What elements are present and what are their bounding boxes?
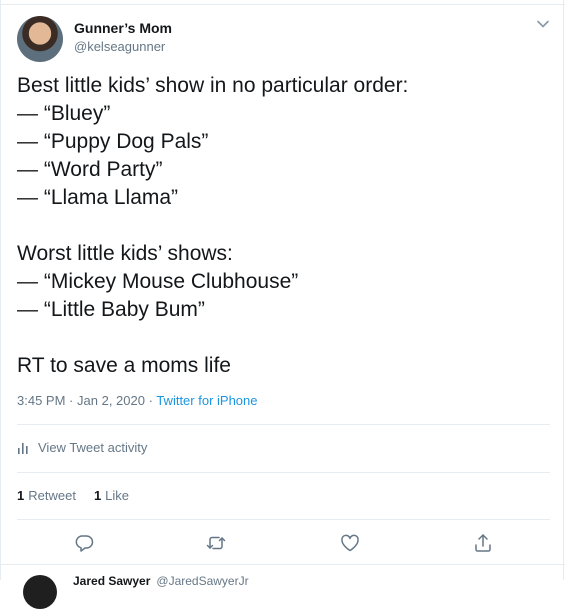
bar-chart-icon bbox=[18, 442, 28, 454]
like-stat[interactable]: 1 Like bbox=[94, 488, 129, 503]
tweet-time[interactable]: 3:45 PM bbox=[17, 393, 65, 408]
like-label: Like bbox=[105, 488, 130, 503]
author-name[interactable]: Gunner’s Mom bbox=[74, 20, 172, 36]
chevron-down-icon[interactable] bbox=[535, 16, 551, 32]
tweet-text: Best little kids’ show in no particular … bbox=[17, 74, 409, 377]
next-tweet-header[interactable]: Jared Sawyer @JaredSawyerJr bbox=[73, 574, 249, 588]
activity-label: View Tweet activity bbox=[38, 440, 148, 455]
retweet-stat[interactable]: 1 Retweet bbox=[17, 488, 76, 503]
retweet-icon[interactable] bbox=[205, 532, 227, 554]
divider bbox=[17, 519, 550, 520]
separator: · bbox=[69, 393, 74, 408]
tweet-timestamp: 3:45 PM · Jan 2, 2020 · Twitter for iPho… bbox=[17, 393, 257, 408]
retweet-label: Retweet bbox=[28, 488, 76, 503]
like-count: 1 bbox=[93, 488, 102, 503]
share-icon[interactable] bbox=[472, 532, 494, 554]
separator: · bbox=[148, 393, 153, 408]
avatar[interactable] bbox=[17, 16, 63, 62]
view-tweet-activity-link[interactable]: View Tweet activity bbox=[17, 440, 147, 455]
author-handle[interactable]: @kelseagunner bbox=[74, 39, 165, 54]
reply-icon[interactable] bbox=[73, 532, 95, 554]
divider bbox=[17, 472, 550, 473]
top-border bbox=[1, 4, 565, 5]
tweet-stats: 1 Retweet 1 Like bbox=[17, 488, 147, 503]
tweet-actions bbox=[1, 528, 565, 558]
next-tweet-author: Jared Sawyer bbox=[73, 574, 151, 588]
next-tweet-border bbox=[1, 564, 565, 565]
tweet-source-link[interactable]: Twitter for iPhone bbox=[156, 393, 257, 408]
tweet-card: Gunner’s Mom @kelseagunner Best little k… bbox=[0, 0, 565, 609]
next-tweet-handle: @JaredSawyerJr bbox=[156, 574, 249, 588]
divider bbox=[17, 424, 550, 425]
tweet-date[interactable]: Jan 2, 2020 bbox=[77, 393, 145, 408]
retweet-count: 1 bbox=[17, 488, 25, 503]
like-icon[interactable] bbox=[339, 532, 361, 554]
next-tweet-avatar[interactable] bbox=[23, 575, 57, 609]
